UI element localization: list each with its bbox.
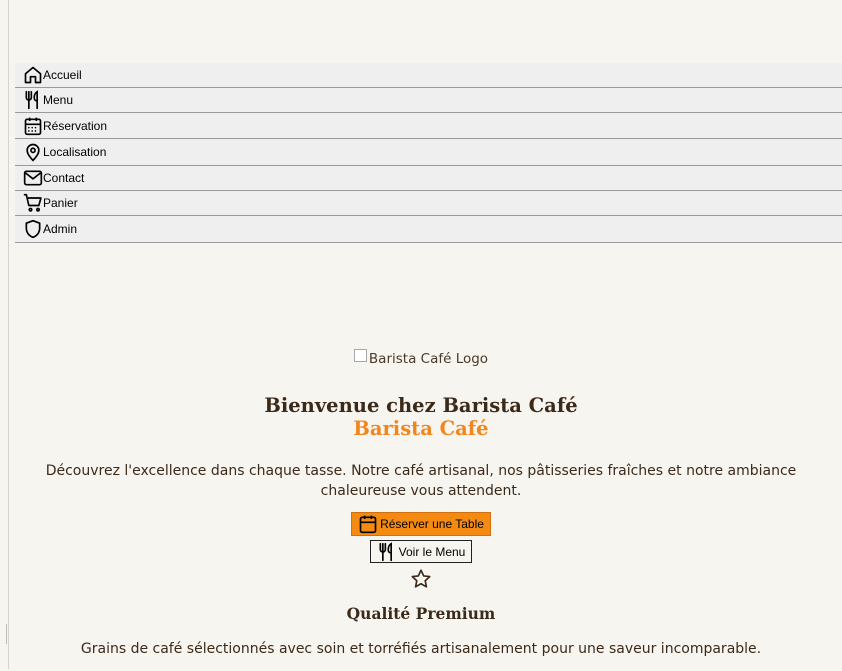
nav-item-label: Réservation xyxy=(43,118,108,133)
nav-item-accueil[interactable]: Accueil xyxy=(15,63,842,88)
utensils-icon xyxy=(23,90,43,110)
feature-icon-wrap xyxy=(0,568,842,594)
nav-item-label: Admin xyxy=(43,222,78,236)
view-menu-label: Voir le Menu xyxy=(398,544,466,559)
home-icon xyxy=(23,65,43,85)
nav-item-contact[interactable]: Contact xyxy=(15,166,842,191)
intro-text: Découvrez l'excellence dans chaque tasse… xyxy=(45,463,797,499)
nav-item-menu[interactable]: Menu xyxy=(15,88,842,113)
main-nav: Accueil Menu Réservation Localisation Co… xyxy=(15,63,842,243)
hero-section: Barista Café Logo Bienvenue chez Barista… xyxy=(0,349,842,671)
nav-item-panier[interactable]: Panier xyxy=(15,191,842,216)
reserve-table-button[interactable]: Réserver une Table xyxy=(351,512,491,536)
nav-item-label: Panier xyxy=(43,196,78,210)
utensils-icon xyxy=(379,541,392,561)
reserve-table-label: Réserver une Table xyxy=(380,517,484,531)
nav-item-reservation[interactable]: Réservation xyxy=(15,113,842,139)
page-subtitle: Barista Café xyxy=(353,417,489,440)
nav-item-label: Menu xyxy=(43,93,74,107)
map-pin-icon xyxy=(23,142,43,162)
calendar-icon xyxy=(359,515,377,534)
shield-icon xyxy=(23,219,43,239)
logo-alt-text: Barista Café Logo xyxy=(368,350,489,367)
logo-image: Barista Café Logo xyxy=(353,349,489,367)
nav-item-admin[interactable]: Admin xyxy=(15,216,842,243)
cart-icon xyxy=(23,193,43,213)
nav-item-label: Localisation xyxy=(43,145,107,159)
nav-item-label: Accueil xyxy=(43,68,82,82)
view-menu-button[interactable]: Voir le Menu xyxy=(369,540,473,563)
feature-description: Grains de café sélectionnés avec soin et… xyxy=(80,640,762,657)
page-title: Bienvenue chez Barista Café xyxy=(264,394,578,417)
nav-item-localisation[interactable]: Localisation xyxy=(15,139,842,166)
mail-icon xyxy=(23,168,43,188)
feature-title: Qualité Premium xyxy=(346,603,496,623)
broken-image-icon xyxy=(353,349,367,362)
nav-item-label: Contact xyxy=(43,171,85,185)
star-icon xyxy=(411,568,431,588)
calendar-icon xyxy=(23,116,43,136)
